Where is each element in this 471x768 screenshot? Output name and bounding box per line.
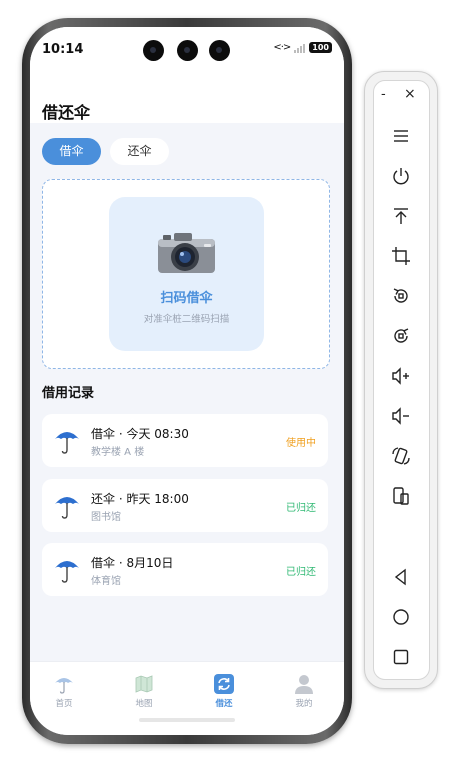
screenshot-button[interactable] (387, 242, 415, 270)
umbrella-icon (55, 432, 79, 454)
record-action: 还伞 · 昨天 18:00 (91, 492, 189, 506)
map-icon (135, 675, 153, 693)
umbrella-icon (55, 561, 79, 583)
status-badge: 使用中 (286, 438, 316, 449)
minimize-button[interactable]: - (381, 87, 386, 102)
fold-device-button[interactable] (387, 482, 415, 510)
umbrella-icon (55, 497, 79, 519)
status-bar: 10:14 <·> 100 (30, 27, 344, 71)
volume-up-icon (392, 367, 409, 385)
status-badge: 已归还 (286, 503, 316, 514)
rotate-left-button[interactable] (387, 282, 415, 310)
person-icon (295, 675, 313, 694)
fold-device-icon (393, 487, 409, 505)
record-item[interactable]: 借伞 · 8月10日 体育馆 已归还 (42, 543, 328, 596)
volume-up-button[interactable] (387, 362, 415, 390)
scan-subtitle: 对准伞桩二维码扫描 (143, 314, 230, 325)
record-action: 借伞 · 今天 08:30 (91, 427, 189, 441)
power-button[interactable] (387, 162, 415, 190)
emulator-toolbar-panel: - × (373, 80, 430, 680)
battery-icon: 100 (309, 42, 332, 53)
overview-button[interactable] (387, 643, 415, 671)
front-camera (143, 40, 164, 61)
page-title: 借还伞 (42, 103, 91, 122)
rotate-screen-icon (392, 447, 410, 465)
back-button[interactable] (387, 563, 415, 591)
tab-label: 借还 (215, 699, 233, 709)
rotate-right-button[interactable] (387, 322, 415, 350)
camera-icon (158, 233, 215, 273)
status-badge: 已归还 (286, 567, 316, 578)
umbrella-icon (55, 678, 73, 694)
tab-return[interactable]: 还伞 (110, 138, 169, 165)
front-camera-secondary (209, 40, 230, 61)
status-indicators: <·> 100 (273, 42, 332, 53)
signal-icon (294, 43, 306, 53)
phone-frame: 10:14 <·> 100 借还伞 借伞 还伞 扫码借伞 对准伞桩二维码扫描 借… (22, 18, 352, 744)
refresh-icon (214, 674, 234, 694)
crop-icon (392, 247, 410, 265)
bottom-tab-bar: 首页 地图 借还 我的 (30, 661, 344, 735)
volume-down-button[interactable] (387, 402, 415, 430)
tab-profile[interactable]: 我的 (274, 674, 334, 709)
close-button[interactable]: × (404, 86, 416, 102)
power-icon (393, 168, 409, 185)
phone-screen: 10:14 <·> 100 借还伞 借伞 还伞 扫码借伞 对准伞桩二维码扫描 借… (30, 27, 344, 735)
record-location: 体育馆 (91, 576, 121, 587)
upload-icon (394, 208, 408, 224)
home-button[interactable] (387, 603, 415, 631)
menu-icon (394, 130, 408, 142)
upload-button[interactable] (387, 202, 415, 230)
status-time: 10:14 (42, 42, 84, 57)
rotate-icon (393, 288, 408, 303)
record-item[interactable]: 借伞 · 今天 08:30 教学楼 A 楼 使用中 (42, 414, 328, 467)
home-indicator (139, 718, 235, 722)
overview-icon (393, 649, 409, 665)
record-location: 图书馆 (91, 512, 121, 523)
network-icon: <·> (273, 42, 291, 53)
scan-button[interactable]: 扫码借伞 对准伞桩二维码扫描 (109, 197, 264, 351)
tab-label: 我的 (295, 699, 313, 709)
record-location: 教学楼 A 楼 (91, 447, 145, 458)
home-icon (393, 609, 409, 625)
page-header: 借还伞 (30, 71, 344, 123)
back-icon (394, 568, 406, 586)
tab-borrow-return[interactable]: 借还 (194, 674, 254, 709)
borrow-return-tabs: 借伞 还伞 (42, 138, 169, 165)
front-sensor (177, 40, 198, 61)
emulator-toolbar: - × (364, 71, 438, 689)
tab-borrow[interactable]: 借伞 (42, 138, 101, 165)
scan-area: 扫码借伞 对准伞桩二维码扫描 (42, 179, 330, 369)
menu-button[interactable] (387, 122, 415, 150)
tab-map[interactable]: 地图 (114, 674, 174, 709)
volume-down-icon (392, 407, 409, 425)
record-item[interactable]: 还伞 · 昨天 18:00 图书馆 已归还 (42, 479, 328, 532)
tab-label: 首页 (55, 699, 73, 709)
tab-home[interactable]: 首页 (34, 674, 94, 709)
rotate-alt-icon (394, 328, 409, 343)
records-heading: 借用记录 (42, 386, 95, 401)
rotate-screen-button[interactable] (387, 442, 415, 470)
scan-title: 扫码借伞 (160, 291, 213, 306)
record-action: 借伞 · 8月10日 (91, 556, 174, 570)
tab-label: 地图 (135, 699, 153, 709)
